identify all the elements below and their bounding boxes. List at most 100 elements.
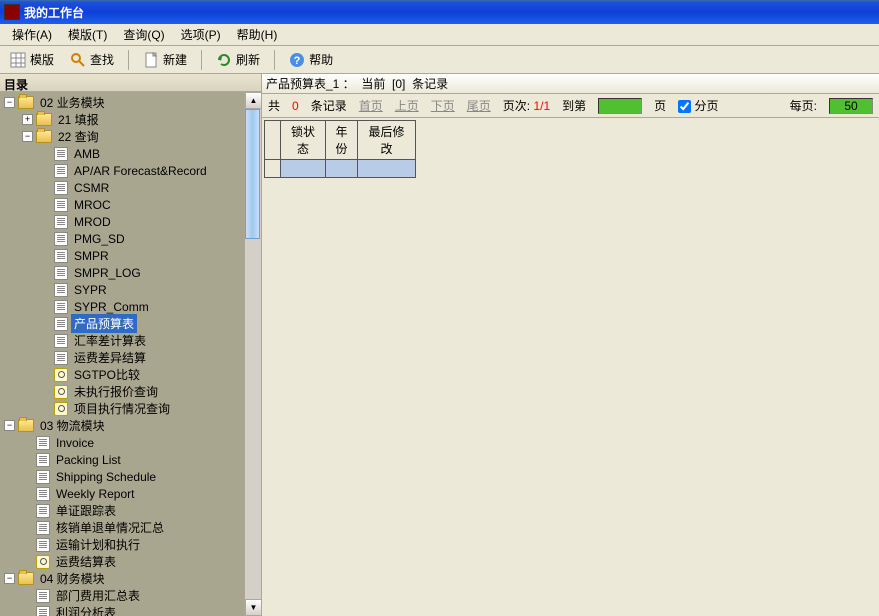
tree-item[interactable]: Invoice [0, 434, 261, 451]
scroll-thumb[interactable] [245, 109, 260, 239]
query-icon [54, 402, 68, 416]
separator [201, 50, 202, 70]
folder-icon [36, 130, 52, 143]
perpage-label: 每页: [790, 97, 817, 114]
tree-item[interactable]: Weekly Report [0, 485, 261, 502]
col-year[interactable]: 年份 [326, 121, 358, 160]
tree-item[interactable]: −02 业务模块 [0, 94, 261, 111]
data-grid: 锁状态 年份 最后修改 [264, 120, 416, 178]
tb-help-button[interactable]: ? 帮助 [283, 49, 339, 70]
next-page-link[interactable]: 下页 [431, 97, 455, 114]
prev-page-link[interactable]: 上页 [395, 97, 419, 114]
goto-input[interactable] [598, 98, 642, 114]
tree-item-label: 03 物流模块 [37, 416, 108, 435]
menu-template[interactable]: 模版(T) [60, 24, 115, 45]
new-doc-icon [143, 52, 159, 68]
tb-template-button[interactable]: 模版 [4, 49, 60, 70]
document-icon [36, 436, 50, 450]
scroll-up-button[interactable]: ▲ [245, 92, 261, 109]
collapse-icon[interactable]: − [4, 420, 15, 431]
svg-text:?: ? [294, 55, 301, 67]
tree-item[interactable]: Packing List [0, 451, 261, 468]
app-icon [4, 4, 20, 20]
document-icon [36, 589, 50, 603]
tree-item[interactable]: 利润分析表 [0, 604, 261, 616]
tree-item[interactable]: 运费结算表 [0, 553, 261, 570]
grid-corner [265, 121, 281, 160]
tree-item[interactable]: − 03 物流模块 [0, 417, 261, 434]
document-icon [36, 487, 50, 501]
folder-icon [18, 419, 34, 432]
page-label: 页次: [503, 99, 530, 113]
goto-label: 到第 [562, 97, 586, 114]
tree-item-label: 22 查询 [55, 127, 102, 146]
document-icon [36, 521, 50, 535]
separator [274, 50, 275, 70]
scrollbar[interactable]: ▲ ▼ [244, 92, 261, 616]
tree-item[interactable]: 部门费用汇总表 [0, 587, 261, 604]
perpage-input[interactable]: 50 [829, 98, 873, 114]
tree-item[interactable]: AP/AR Forecast&Record [0, 162, 261, 179]
query-icon [36, 555, 50, 569]
menu-action[interactable]: 操作(A) [4, 24, 60, 45]
query-icon [54, 385, 68, 399]
magnifier-icon [70, 52, 86, 68]
tree-item[interactable]: SYPR [0, 281, 261, 298]
tree-item[interactable]: MROD [0, 213, 261, 230]
page-value: 1/1 [533, 99, 550, 113]
tree-item-label: Weekly Report [53, 486, 137, 502]
tree-item[interactable]: 单证跟踪表 [0, 502, 261, 519]
tb-search-button[interactable]: 查找 [64, 49, 120, 70]
tree: −02 业务模块+21 填报 − 22 查询AMBAP/AR Forecast&Re… [0, 92, 261, 616]
tree-item[interactable]: AMB [0, 145, 261, 162]
last-page-link[interactable]: 尾页 [467, 97, 491, 114]
collapse-icon[interactable]: − [4, 97, 15, 108]
paging-checkbox[interactable] [678, 100, 691, 113]
tree-item[interactable]: SMPR_LOG [0, 264, 261, 281]
tree-item[interactable]: CSMR [0, 179, 261, 196]
expand-icon[interactable]: + [22, 114, 33, 125]
tree-item[interactable]: 产品预算表 [0, 315, 261, 332]
tree-item-label: CSMR [71, 180, 112, 196]
tree-item[interactable]: 核销单退单情况汇总 [0, 519, 261, 536]
tree-item[interactable]: SYPR_Comm [0, 298, 261, 315]
first-page-link[interactable]: 首页 [359, 97, 383, 114]
tb-refresh-button[interactable]: 刷新 [210, 49, 266, 70]
records-label: 条记录 [311, 97, 347, 114]
menu-query[interactable]: 查询(Q) [115, 24, 172, 45]
col-lock[interactable]: 锁状态 [281, 121, 326, 160]
tree-item[interactable]: Shipping Schedule [0, 468, 261, 485]
help-icon: ? [289, 52, 305, 68]
menu-help[interactable]: 帮助(H) [229, 24, 286, 45]
tree-item[interactable]: PMG_SD [0, 230, 261, 247]
tree-item[interactable]: SMPR [0, 247, 261, 264]
tb-new-button[interactable]: 新建 [137, 49, 193, 70]
menu-option[interactable]: 选项(P) [173, 24, 229, 45]
folder-icon [18, 572, 34, 585]
document-icon [54, 198, 68, 212]
col-lastmod[interactable]: 最后修改 [358, 121, 416, 160]
tab-label[interactable]: 产品预算表_1 ： [266, 75, 355, 92]
grid-icon [10, 52, 26, 68]
collapse-icon[interactable]: − [4, 573, 15, 584]
tree-item[interactable]: 项目执行情况查询 [0, 400, 261, 417]
tree-item[interactable]: SGTPO比较 [0, 366, 261, 383]
tree-item[interactable]: +21 填报 [0, 111, 261, 128]
tree-item-label: PMG_SD [71, 231, 128, 247]
document-icon [54, 181, 68, 195]
total-label: 共 [268, 97, 280, 114]
scroll-down-button[interactable]: ▼ [245, 599, 261, 616]
tree-item[interactable]: 未执行报价查询 [0, 383, 261, 400]
tree-item[interactable]: MROC [0, 196, 261, 213]
tree-item[interactable]: 运费差异结算 [0, 349, 261, 366]
table-row[interactable] [265, 160, 416, 178]
paging-checkbox-wrap[interactable]: 分页 [678, 97, 718, 114]
document-icon [54, 300, 68, 314]
tree-item[interactable]: 运输计划和执行 [0, 536, 261, 553]
collapse-icon[interactable]: − [22, 131, 33, 142]
tree-item[interactable]: 汇率差计算表 [0, 332, 261, 349]
tree-item[interactable]: −04 财务模块 [0, 570, 261, 587]
tree-item[interactable]: − 22 查询 [0, 128, 261, 145]
document-icon [54, 147, 68, 161]
tree-item-label: SMPR [71, 248, 112, 264]
